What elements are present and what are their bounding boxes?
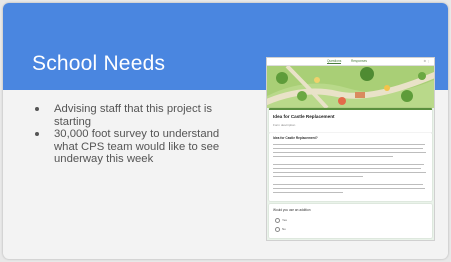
text-line: [273, 184, 423, 185]
bullet-dot-icon: [35, 132, 39, 136]
text-line: [273, 188, 425, 189]
form-section-card: Idea for Castle Replacement?: [269, 133, 432, 201]
form-title-card: Idea for Castle Replacement Form descrip…: [269, 108, 432, 133]
form-description: Form description: [273, 123, 296, 127]
bullet-list: Advising staff that this project is star…: [29, 103, 244, 166]
radio-no-icon: [275, 227, 280, 232]
bullet-dot-icon: [35, 107, 39, 111]
bullet-text: Advising staff that this project is star…: [54, 103, 213, 128]
text-line: [273, 144, 425, 145]
text-line: [273, 172, 426, 173]
settings-icon: ⚙ ⋮: [423, 59, 430, 63]
bullet-item: 30,000 foot survey to understand what CP…: [29, 128, 244, 166]
text-line: [273, 168, 421, 169]
question-label: Would you use an addition: [273, 208, 311, 212]
text-line: [273, 164, 424, 165]
form-toolbar: Questions Responses ⚙ ⋮: [267, 58, 434, 66]
form-question-card: Would you use an addition Yes No: [269, 204, 432, 238]
slide-title: School Needs: [32, 52, 166, 75]
text-line: [273, 152, 426, 153]
slide: School Needs Advising staff that this pr…: [3, 3, 448, 259]
bullet-text: 30,000 foot survey to understand what CP…: [54, 128, 220, 165]
radio-yes-icon: [275, 218, 280, 223]
form-screenshot-image: Questions Responses ⚙ ⋮ Idea for Castle …: [266, 57, 435, 241]
text-line: [273, 192, 343, 193]
text-line: [273, 148, 423, 149]
option-no: No: [282, 227, 286, 231]
section-heading: Idea for Castle Replacement?: [273, 136, 318, 140]
tab-questions: Questions: [327, 59, 342, 64]
option-yes: Yes: [282, 218, 287, 222]
text-line: [273, 176, 363, 177]
form-title: Idea for Castle Replacement: [273, 114, 335, 119]
bullet-item: Advising staff that this project is star…: [29, 103, 244, 128]
tab-responses: Responses: [351, 59, 367, 63]
text-line: [273, 156, 393, 157]
park-illustration-banner: [267, 66, 434, 108]
